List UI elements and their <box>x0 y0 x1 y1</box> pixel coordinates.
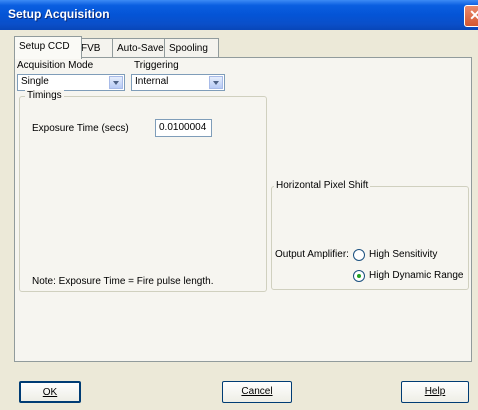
acquisition-mode-value: Single <box>21 76 49 87</box>
high-sensitivity-label[interactable]: High Sensitivity <box>369 249 437 260</box>
acquisition-mode-label: Acquisition Mode <box>17 60 94 71</box>
high-dynamic-range-radio[interactable] <box>353 270 365 282</box>
output-amplifier-label: Output Amplifier: <box>275 249 349 260</box>
ok-button[interactable]: OK <box>19 381 81 403</box>
exposure-note: Note: Exposure Time = Fire pulse length. <box>32 276 214 287</box>
pixel-shift-group: Horizontal Pixel Shift Output Amplifier:… <box>271 180 469 290</box>
help-button-label: Help <box>424 386 446 397</box>
close-icon[interactable]: ✕ <box>464 5 478 27</box>
window-title: Setup Acquisition <box>8 7 110 21</box>
exposure-time-label: Exposure Time (secs) <box>32 123 129 134</box>
triggering-select[interactable]: Internal <box>131 74 225 91</box>
chevron-down-icon[interactable] <box>109 76 123 89</box>
triggering-label: Triggering <box>134 60 179 71</box>
timings-legend: Timings <box>25 90 64 101</box>
cancel-button[interactable]: Cancel <box>222 381 292 403</box>
triggering-value: Internal <box>135 76 169 87</box>
exposure-time-field[interactable]: 0.0100004 <box>155 119 212 137</box>
high-sensitivity-radio[interactable] <box>353 249 365 261</box>
ok-button-label: OK <box>42 387 58 398</box>
cancel-button-label: Cancel <box>241 386 273 397</box>
help-button[interactable]: Help <box>401 381 469 403</box>
tab-spooling[interactable]: Spooling <box>164 38 219 58</box>
setup-ccd-page: Acquisition Mode Single Triggering Inter… <box>14 57 472 362</box>
tab-auto-save[interactable]: Auto-Save <box>112 38 169 58</box>
tab-setup-ccd[interactable]: Setup CCD <box>14 36 82 59</box>
pixel-shift-legend: Horizontal Pixel Shift <box>274 180 371 191</box>
chevron-down-icon[interactable] <box>209 76 223 89</box>
acquisition-mode-select[interactable]: Single <box>17 74 125 91</box>
timings-group: Timings Exposure Time (secs) 0.0100004 N… <box>19 90 267 292</box>
setup-acquisition-dialog: Setup Acquisition ✕ Setup CCD FVB Auto-S… <box>0 0 478 410</box>
title-bar[interactable]: Setup Acquisition ✕ <box>0 0 478 30</box>
high-dynamic-range-label[interactable]: High Dynamic Range <box>369 270 464 281</box>
